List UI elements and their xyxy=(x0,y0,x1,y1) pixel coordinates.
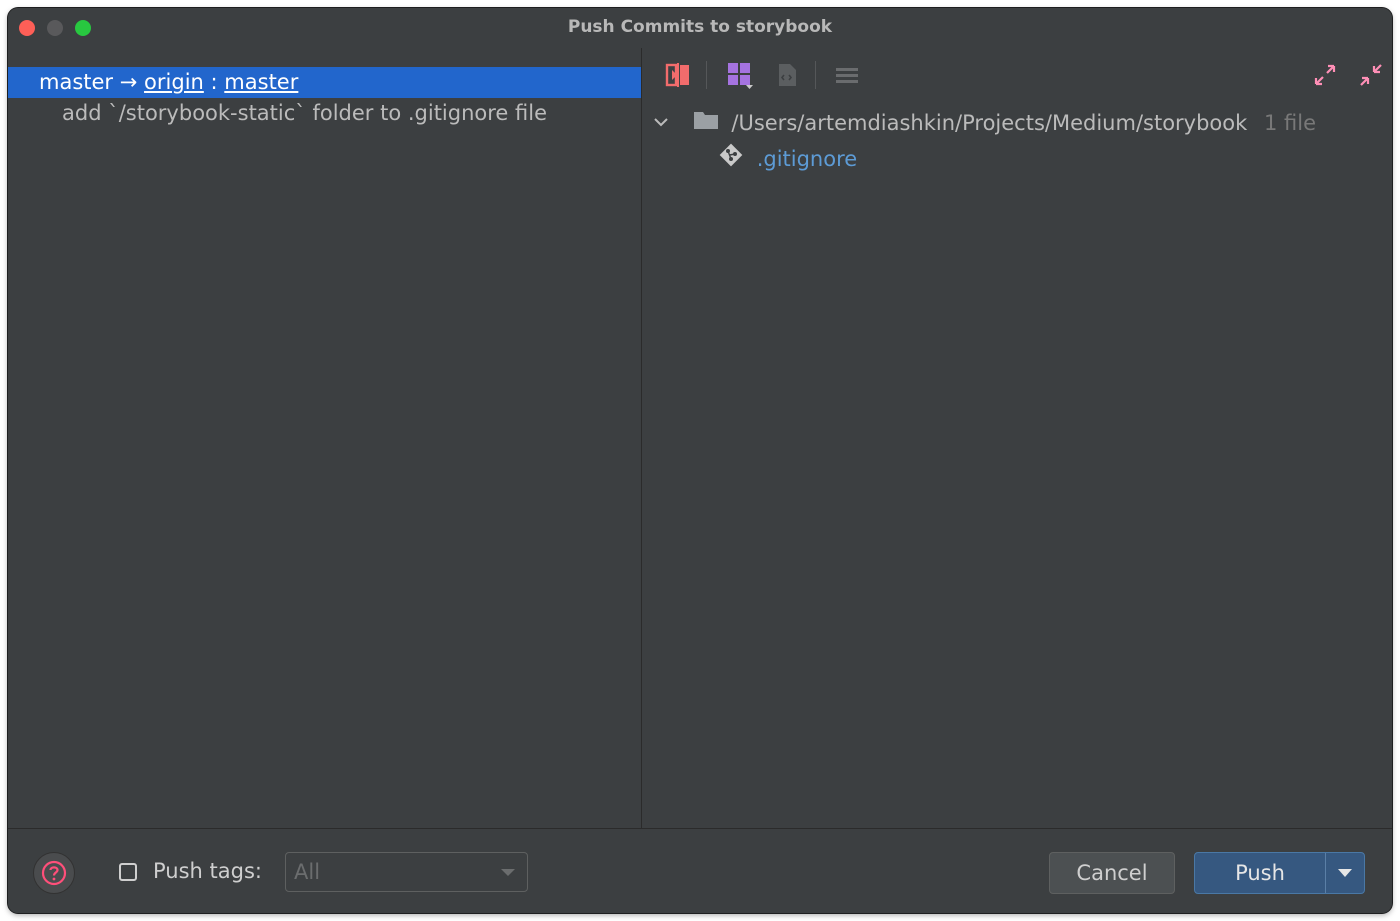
push-tags-label: Push tags: xyxy=(153,859,262,883)
changes-toolbar xyxy=(642,48,1392,100)
dialog-footer: Push tags: All Cancel Push xyxy=(8,828,1392,913)
git-file-icon xyxy=(718,142,744,178)
push-tags-checkbox[interactable] xyxy=(119,863,137,881)
edit-source-icon[interactable] xyxy=(772,60,802,90)
directory-node[interactable]: /Users/artemdiashkin/Projects/Medium/sto… xyxy=(652,106,1316,140)
help-button[interactable] xyxy=(33,852,75,894)
push-options-dropdown[interactable] xyxy=(1326,853,1364,893)
push-commits-dialog: Push Commits to storybook master → origi… xyxy=(8,8,1392,913)
expand-all-icon[interactable] xyxy=(1310,60,1340,90)
collapse-all-icon[interactable] xyxy=(1356,60,1386,90)
window-title: Push Commits to storybook xyxy=(567,17,833,37)
folder-icon xyxy=(693,107,719,141)
remote-link[interactable]: origin xyxy=(144,70,204,94)
file-node[interactable]: .gitignore xyxy=(718,142,857,176)
group-by-icon[interactable] xyxy=(725,60,755,90)
view-options-icon[interactable] xyxy=(832,60,862,90)
local-branch-label: master xyxy=(39,70,114,94)
chevron-down-icon xyxy=(501,869,515,876)
file-name: .gitignore xyxy=(756,147,858,171)
push-tags-select[interactable]: All xyxy=(285,852,528,892)
push-tags-select-value: All xyxy=(294,860,321,884)
cancel-button[interactable]: Cancel xyxy=(1049,852,1175,894)
arrow-glyph: → xyxy=(119,70,138,94)
push-button-group: Push xyxy=(1194,852,1365,894)
chevron-down-icon[interactable] xyxy=(652,107,670,141)
directory-path: /Users/artemdiashkin/Projects/Medium/sto… xyxy=(731,111,1248,135)
remote-branch-link[interactable]: master xyxy=(224,70,298,94)
caret-down-icon xyxy=(1338,869,1352,877)
commits-panel: master → origin : master add `/storybook… xyxy=(8,48,642,828)
push-button[interactable]: Push xyxy=(1195,853,1325,893)
changes-panel: /Users/artemdiashkin/Projects/Medium/sto… xyxy=(642,48,1392,828)
help-icon xyxy=(41,860,67,886)
file-count: 1 file xyxy=(1263,111,1317,135)
title-bar: Push Commits to storybook xyxy=(8,8,1392,48)
commit-item[interactable]: add `/storybook-static` folder to .gitig… xyxy=(62,101,547,125)
show-diff-icon[interactable] xyxy=(663,60,693,90)
branch-row[interactable]: master → origin : master xyxy=(8,67,641,98)
branch-separator: : xyxy=(210,70,218,94)
